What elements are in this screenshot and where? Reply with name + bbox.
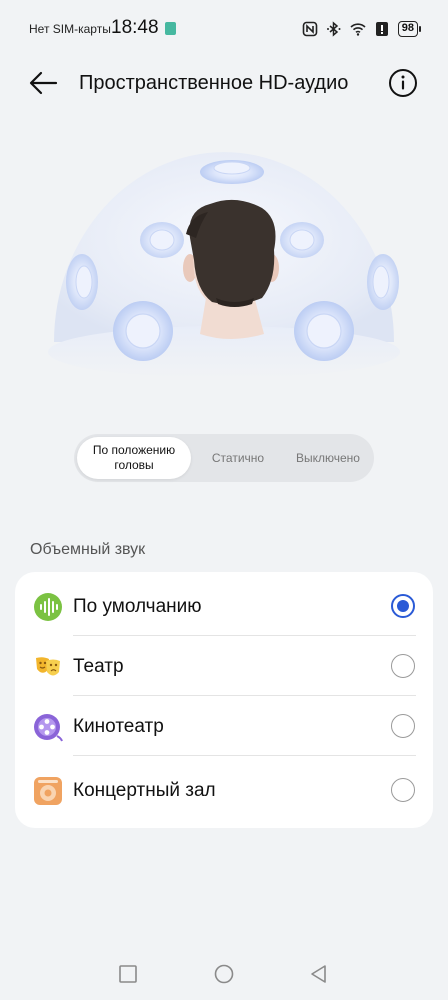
option-label-concert-hall: Концертный зал — [73, 780, 216, 801]
speaker-lower-left-icon — [113, 301, 173, 361]
status-bar: Нет SIM-карты 18:48 98 — [0, 0, 448, 60]
surround-option-theater[interactable]: Театр — [15, 636, 433, 696]
info-icon[interactable] — [388, 68, 418, 98]
radio-cinema[interactable] — [391, 714, 415, 738]
clock: 18:48 — [111, 17, 159, 38]
carrier-label: Нет SIM-карты — [29, 22, 111, 36]
speaker-upper-right-icon — [280, 222, 324, 258]
divider — [73, 755, 416, 756]
page-title: Пространственное HD-аудио — [79, 72, 349, 94]
system-nav-bar — [0, 955, 448, 995]
soundwave-icon — [34, 593, 62, 621]
mode-option-head-tracking[interactable]: По положению головы — [77, 437, 191, 479]
concert-hall-icon — [34, 777, 62, 805]
mode-selector: По положению головы Статично Выключено — [74, 434, 374, 482]
status-icons: 98 — [302, 19, 422, 39]
surround-option-concert-hall[interactable]: Концертный зал — [15, 760, 433, 820]
radio-default[interactable] — [391, 594, 415, 618]
battery-indicator: 98 — [397, 21, 422, 37]
alert-icon — [375, 22, 388, 36]
radio-theater[interactable] — [391, 654, 415, 678]
home-icon[interactable] — [213, 963, 235, 985]
app-bar: Пространственное HD-аудио — [0, 60, 448, 106]
theater-masks-icon — [36, 657, 60, 676]
option-label-default: По умолчанию — [73, 596, 202, 617]
section-label: Объемный звук — [30, 541, 146, 558]
speaker-upper-left-icon — [140, 222, 184, 258]
spatial-audio-illustration — [48, 152, 400, 378]
speaker-far-left-icon — [66, 254, 98, 310]
speaker-top-icon — [200, 160, 264, 184]
option-label-theater: Театр — [73, 656, 124, 677]
option-label-cinema: Кинотеатр — [73, 716, 164, 737]
surround-option-default[interactable]: По умолчанию — [15, 576, 433, 636]
recent-apps-icon[interactable] — [117, 963, 139, 985]
bluetooth-icon — [326, 21, 341, 37]
speaker-lower-right-icon — [294, 301, 354, 361]
mode-option-static[interactable]: Статично — [192, 437, 284, 479]
surround-options-card: По умолчанию Театр Кинотеатр Концертный … — [15, 572, 433, 828]
mode-option-off[interactable]: Выключено — [284, 437, 372, 479]
notification-app-icon — [165, 22, 176, 35]
film-reel-icon — [34, 714, 63, 742]
wifi-icon — [350, 23, 366, 36]
surround-option-cinema[interactable]: Кинотеатр — [15, 696, 433, 756]
radio-concert-hall[interactable] — [391, 778, 415, 802]
back-triangle-icon[interactable] — [308, 963, 330, 985]
nfc-icon — [302, 21, 318, 37]
speaker-far-right-icon — [367, 254, 399, 310]
back-arrow-icon[interactable] — [26, 68, 60, 98]
